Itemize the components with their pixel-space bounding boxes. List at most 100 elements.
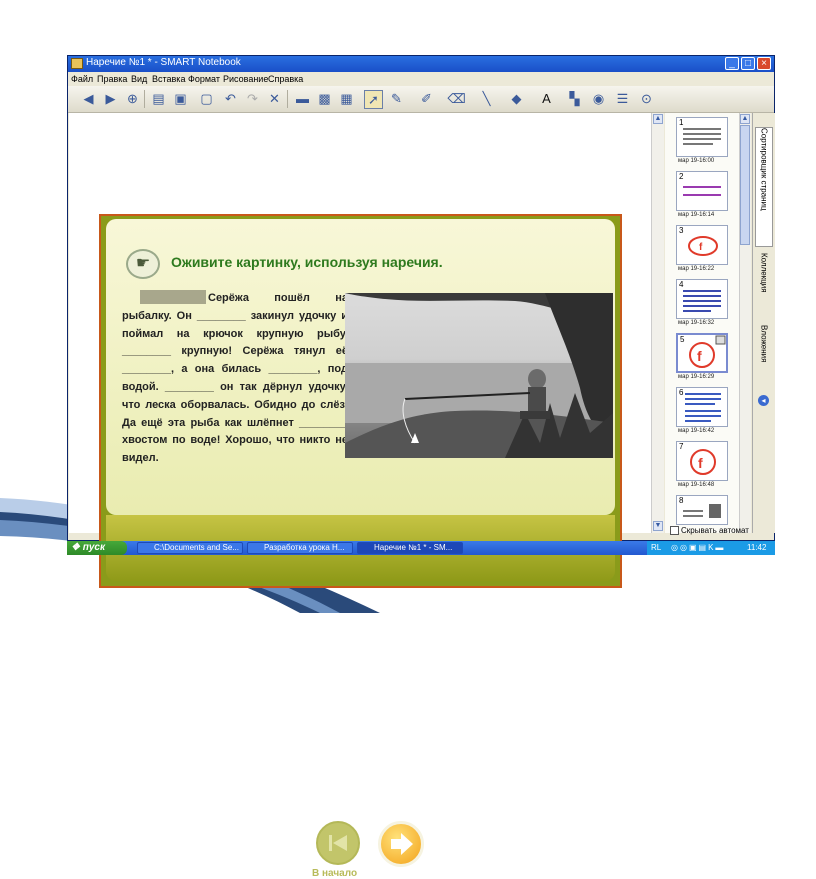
fill-icon[interactable]: ▚ — [566, 90, 583, 107]
lesson-slide: ☛ Оживите картинку, используя наречия. С… — [99, 214, 622, 879]
slide-heading: Оживите картинку, используя наречия. — [171, 254, 443, 270]
minimize-button[interactable]: _ — [725, 57, 739, 70]
side-tabs: Сортировщик страниц Коллекция Вложения ◂ — [752, 113, 775, 533]
scroll-down-icon[interactable]: ▼ — [653, 521, 663, 531]
slide-panel: ☛ Оживите картинку, используя наречия. С… — [106, 219, 615, 515]
menu-view[interactable]: Вид — [131, 74, 147, 84]
full-screen-icon[interactable]: ▩ — [316, 90, 333, 107]
start-button-label: В начало — [312, 868, 358, 879]
delete-icon[interactable]: ✕ — [266, 90, 283, 107]
start-label: пуск — [82, 542, 106, 553]
scroll-up-icon[interactable]: ▲ — [653, 114, 663, 124]
tab-page-sorter[interactable]: Сортировщик страниц — [755, 127, 773, 247]
thumbnail-date: мар 19-16:48 — [678, 482, 715, 488]
menu-draw[interactable]: Рисование — [223, 74, 268, 84]
start-button[interactable]: ❖ пуск — [67, 541, 127, 555]
thumbnail-number: 7 — [679, 442, 684, 451]
sorter-scroll-up-icon[interactable]: ▲ — [740, 114, 750, 124]
properties-icon[interactable]: ◉ — [590, 90, 607, 107]
autohide-toggle[interactable]: Скрывать автомат — [670, 526, 749, 536]
menu-file[interactable]: Файл — [71, 74, 93, 84]
tab-label: Сортировщик страниц — [759, 128, 769, 211]
settings-icon[interactable]: ⊙ — [638, 90, 655, 107]
task-word[interactable]: Разработка урока Н... — [247, 542, 353, 554]
menu-edit[interactable]: Правка — [97, 74, 127, 84]
thumbnail-number: 4 — [679, 280, 684, 289]
thumbnail-date: мар 19-16:00 — [678, 158, 715, 164]
menu-help[interactable]: Справка — [268, 74, 303, 84]
redo-icon[interactable]: ↷ — [244, 90, 261, 107]
page-thumbnail-4[interactable]: 4 — [676, 279, 728, 319]
pen-icon[interactable]: ✎ — [388, 90, 405, 107]
task-label: Наречие №1 * - SM... — [374, 543, 453, 552]
thumbnail-number: 3 — [679, 226, 684, 235]
autohide-checkbox[interactable] — [670, 526, 679, 536]
next-page-icon[interactable]: ▶ — [102, 90, 119, 107]
page-thumbnail-7[interactable]: 7 f — [676, 441, 728, 481]
save-icon[interactable]: ▣ — [172, 90, 189, 107]
svg-text:f: f — [697, 348, 702, 364]
go-to-start-button[interactable] — [316, 821, 360, 865]
smart-notebook-window: Наречие №1 * - SMART Notebook _ □ × Файл… — [67, 55, 775, 879]
prev-page-icon[interactable]: ◀ — [80, 90, 97, 107]
eraser-icon[interactable]: ⌫ — [447, 90, 465, 107]
story-text: Серёжа пошёл на рыбалку. Он ________ зак… — [122, 290, 348, 468]
task-label: C:\Documents and Se... — [154, 543, 239, 552]
window-title: Наречие №1 * - SMART Notebook — [86, 57, 241, 68]
thumbnail-date: мар 19-16:42 — [678, 428, 715, 434]
menu-format[interactable]: Формат — [188, 74, 220, 84]
thumbnail-date: мар 19-16:29 — [678, 374, 715, 380]
page-thumbnail-6[interactable]: 6 — [676, 387, 728, 427]
page-thumbnail-3[interactable]: 3 f — [676, 225, 728, 265]
line-icon[interactable]: ╲ — [478, 90, 495, 107]
clock: 11:42 — [747, 543, 767, 552]
collapse-icon[interactable]: ◂ — [758, 395, 769, 406]
thumbnail-preview: f — [688, 236, 718, 256]
creative-pen-icon[interactable]: ✐ — [418, 90, 435, 107]
thumbnail-preview — [683, 290, 721, 312]
title-bar[interactable]: Наречие №1 * - SMART Notebook _ □ × — [68, 56, 774, 72]
tab-attachments[interactable]: Вложения — [755, 325, 773, 389]
sorter-scrollbar[interactable]: ▲ — [739, 113, 751, 533]
page-thumbnail-2[interactable]: 2 — [676, 171, 728, 211]
open-folder-icon[interactable]: ▤ — [150, 90, 167, 107]
task-label: Разработка урока Н... — [264, 543, 345, 552]
next-button-label: Вперед — [384, 868, 421, 879]
thumbnail-preview: f — [689, 335, 726, 368]
sorter-scroll-thumb[interactable] — [740, 125, 750, 245]
add-page-icon[interactable]: ⊕ — [124, 90, 141, 107]
tray-icons[interactable]: ◎◎▣▤K▬ — [671, 541, 725, 555]
page-thumbnail-8[interactable]: 8 — [676, 495, 728, 525]
pointing-hand-icon: ☛ — [126, 249, 160, 279]
paste-icon[interactable]: ▢ — [198, 90, 215, 107]
close-button[interactable]: × — [757, 57, 771, 70]
more-icon[interactable]: ☰ — [614, 90, 631, 107]
canvas-scrollbar[interactable]: ▲ ▼ — [651, 113, 664, 533]
thumbnail-preview — [685, 393, 721, 422]
screen-shade-icon[interactable]: ▬ — [294, 90, 311, 107]
app-icon — [71, 58, 83, 69]
thumbnail-preview: f — [690, 449, 716, 475]
page-thumbnail-1[interactable]: 1 — [676, 117, 728, 157]
task-smart-notebook[interactable]: Наречие №1 * - SM... — [357, 542, 463, 554]
page-canvas[interactable]: ☛ Оживите картинку, используя наречия. С… — [69, 113, 651, 879]
tab-gallery[interactable]: Коллекция — [755, 253, 773, 317]
undo-icon[interactable]: ↶ — [222, 90, 239, 107]
thumbnail-date: мар 19-16:32 — [678, 320, 715, 326]
language-indicator[interactable]: RL — [651, 541, 661, 555]
toolbar-separator — [287, 90, 288, 108]
system-tray: RL ◎◎▣▤K▬ 11:42 — [647, 541, 775, 555]
select-arrow-icon[interactable]: ➚ — [364, 90, 383, 109]
thumbnail-preview — [683, 186, 721, 196]
text-icon[interactable]: A — [538, 90, 555, 107]
skip-back-icon — [329, 835, 347, 851]
maximize-button[interactable]: □ — [741, 57, 755, 70]
shapes-icon[interactable]: ◆ — [508, 90, 525, 107]
capture-icon[interactable]: ▦ — [338, 90, 355, 107]
task-explorer[interactable]: C:\Documents and Se... — [137, 542, 243, 554]
page-thumbnail-5-selected[interactable]: 5 f — [676, 333, 728, 373]
thumbnail-number: 2 — [679, 172, 684, 181]
menu-insert[interactable]: Вставка — [152, 74, 185, 84]
next-button[interactable] — [378, 821, 424, 867]
thumbnail-number: 6 — [679, 388, 684, 397]
